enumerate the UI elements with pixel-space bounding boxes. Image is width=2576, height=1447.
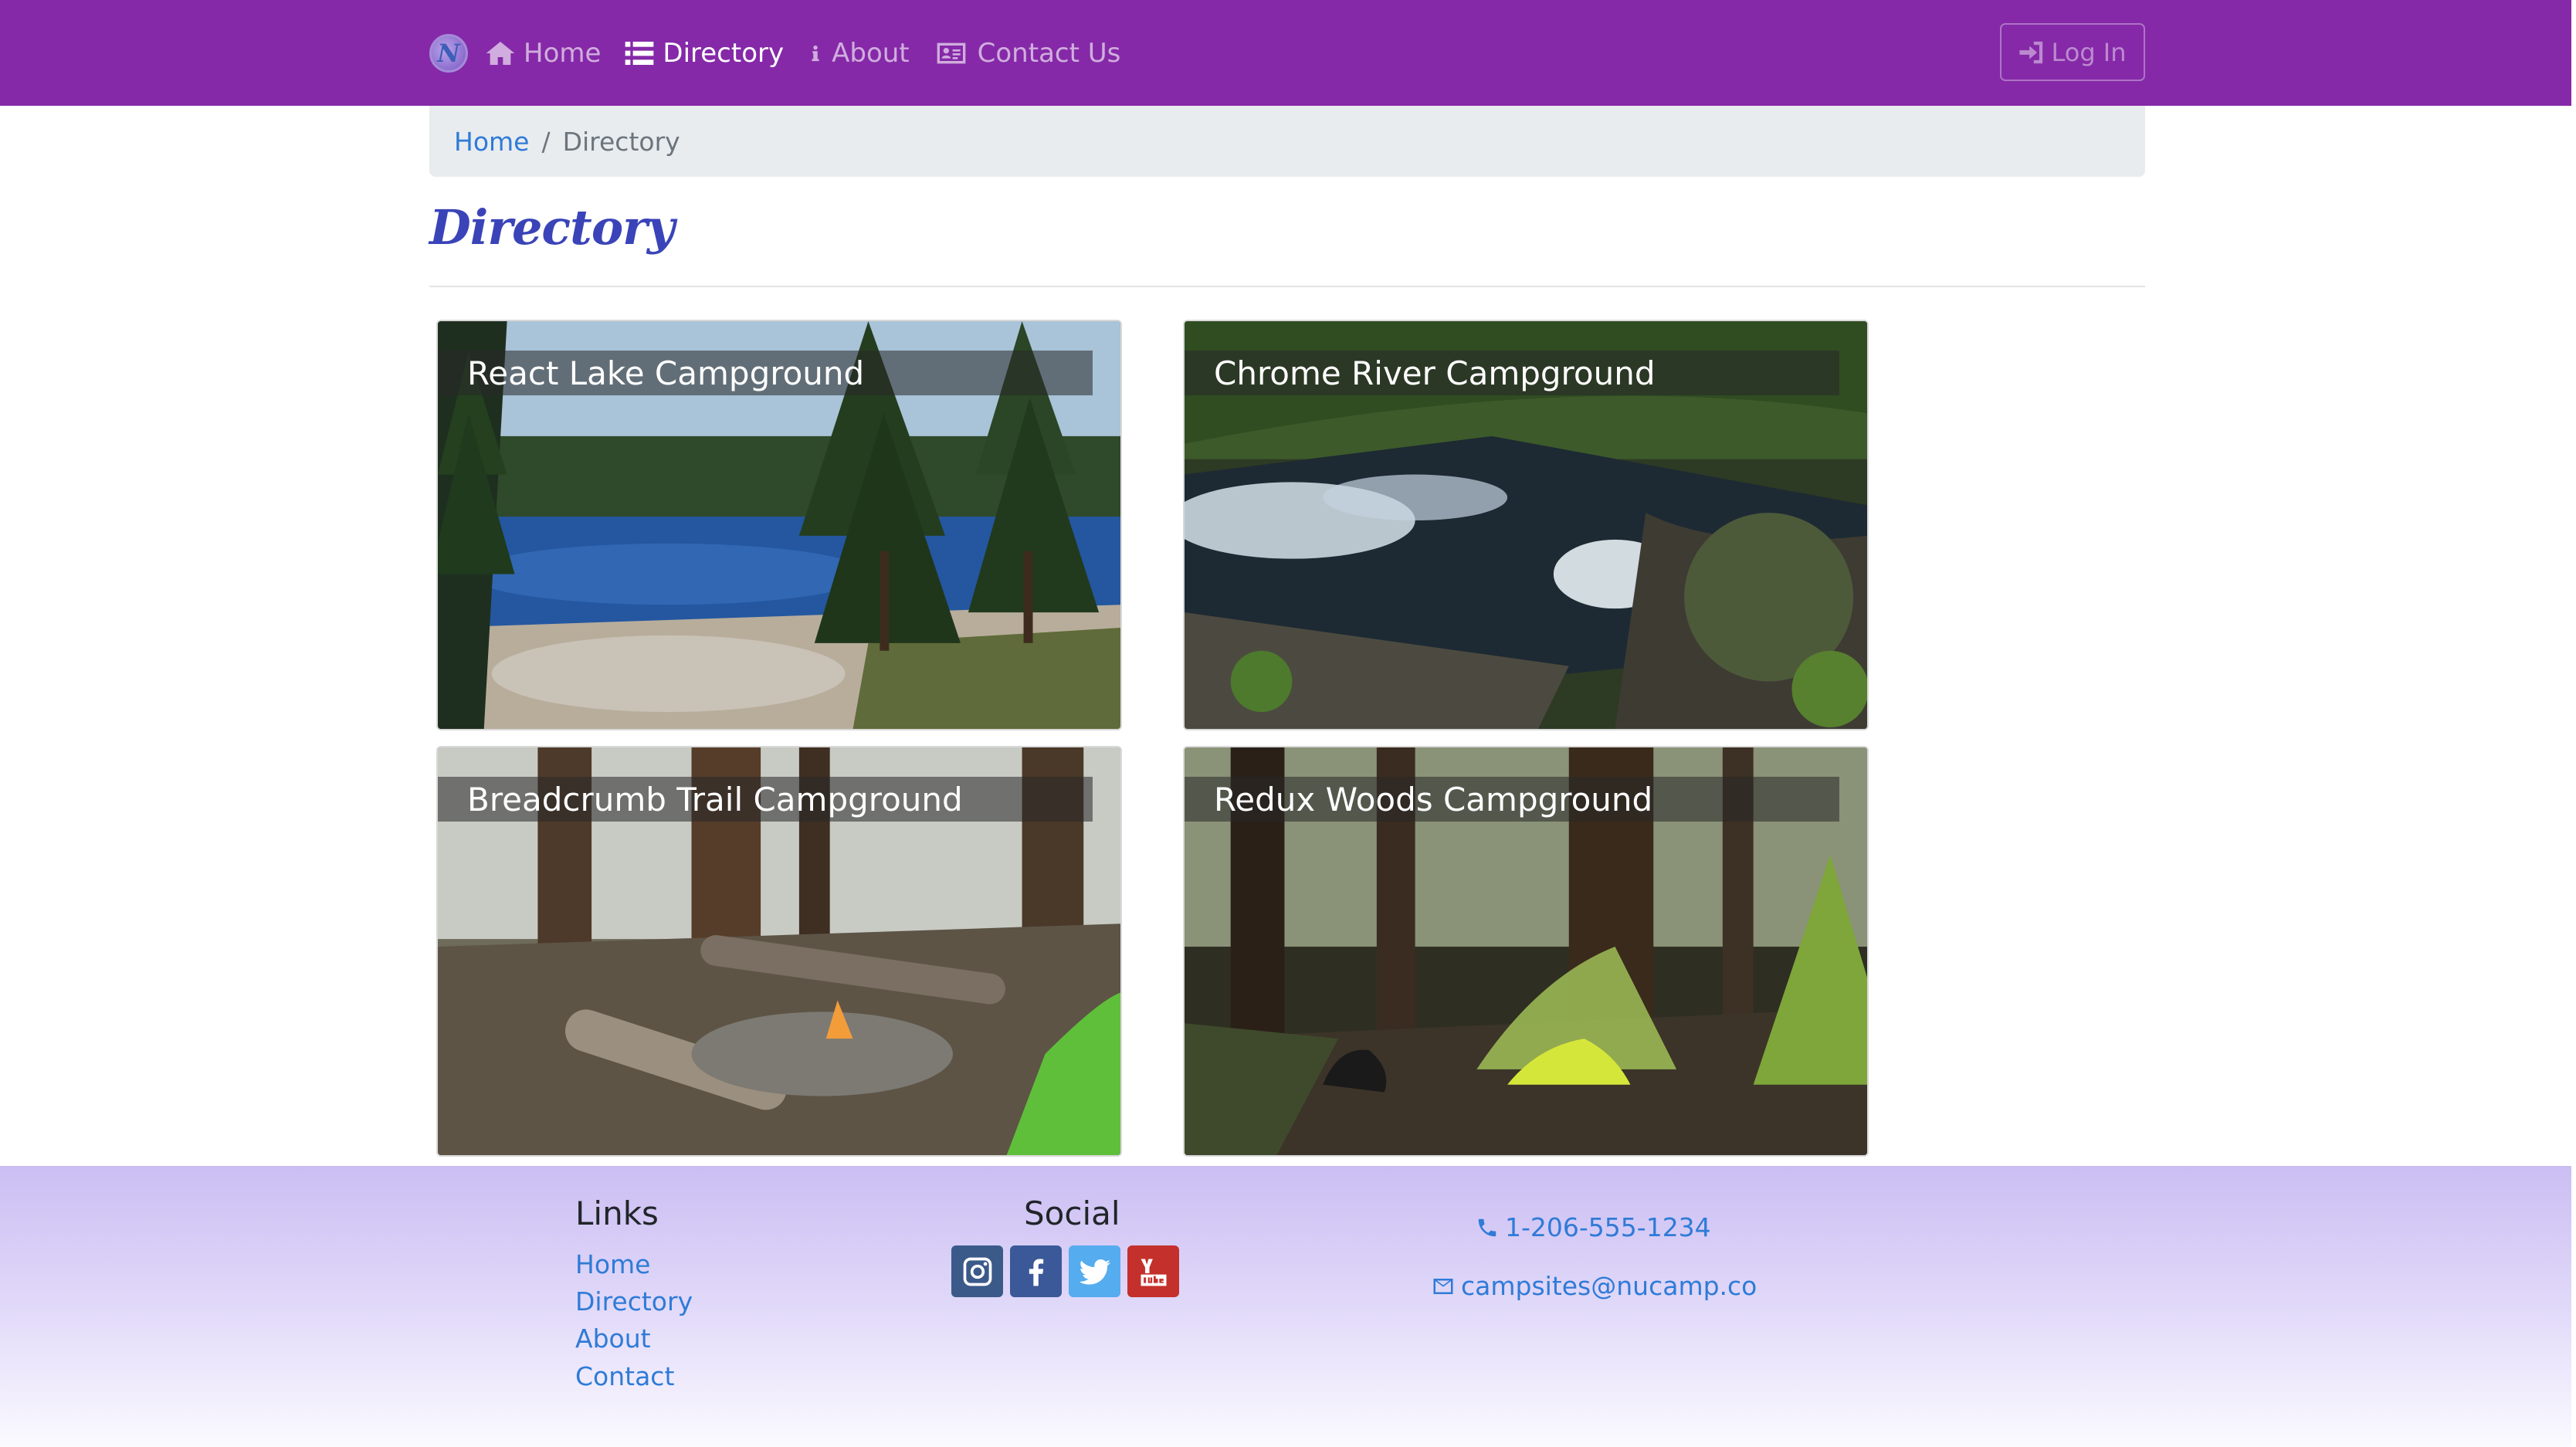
campsite-card-chrome-river[interactable]: Chrome River Campground [1183,320,1869,730]
breadcrumb-home-link[interactable]: Home [454,127,529,157]
card-title-bar: Chrome River Campground [1185,351,1839,395]
breadcrumb-separator: / [541,126,551,157]
sign-in-icon [2019,41,2043,63]
footer [0,1166,2571,1447]
breadcrumb-current: Directory [562,126,680,157]
nav-home-label: Home [524,37,602,69]
brand-logo-icon[interactable]: N [429,33,468,73]
instagram-button[interactable] [951,1245,1003,1297]
card-title-bar: Breadcrumb Trail Campground [438,777,1093,822]
facebook-icon [1029,1259,1043,1286]
brand-logo-letter: N [437,38,460,68]
card-title: Redux Woods Campground [1214,780,1653,818]
navbar: N Home Directory About Contact Us Log In [0,0,2571,106]
footer-email: campsites@nucamp.co [1461,1271,1757,1301]
nav-items: N Home Directory About Contact Us [429,0,1144,106]
footer-link-contact[interactable]: Contact [575,1361,674,1391]
footer-link-about[interactable]: About [575,1323,651,1354]
card-title: Chrome River Campground [1214,354,1656,392]
twitter-button[interactable] [1069,1245,1120,1297]
nav-about-label: About [832,37,910,69]
list-icon [625,41,654,65]
phone-icon [1478,1218,1496,1236]
footer-links-heading: Links [575,1195,659,1232]
card-title: Breadcrumb Trail Campground [467,780,963,818]
login-button-label: Log In [2051,37,2127,67]
footer-social-heading: Social [1024,1195,1120,1232]
social-buttons [951,1245,1179,1297]
login-button[interactable]: Log In [2000,23,2145,81]
footer-link-directory[interactable]: Directory [575,1286,693,1317]
nav-about[interactable]: About [807,38,910,69]
breadcrumb: Home / Directory [429,106,2145,177]
page-title: Directory [429,199,675,256]
footer-email-link[interactable]: campsites@nucamp.co [1432,1271,1757,1301]
nav-contact[interactable]: Contact Us [933,37,1121,69]
card-title-bar: React Lake Campground [438,351,1093,395]
info-icon [812,45,819,61]
instagram-icon [963,1257,991,1286]
nav-contact-label: Contact Us [977,37,1121,69]
card-title-bar: Redux Woods Campground [1185,777,1839,822]
campsite-card-redux-woods[interactable]: Redux Woods Campground [1183,746,1869,1157]
nav-directory[interactable]: Directory [624,38,784,69]
youtube-button[interactable] [1127,1245,1179,1297]
home-icon [486,41,515,65]
footer-phone: 1-206-555-1234 [1505,1212,1711,1242]
address-card-icon [937,42,965,63]
title-divider [429,286,2145,287]
envelope-icon [1433,1278,1453,1294]
footer-phone-link[interactable]: 1-206-555-1234 [1476,1212,1711,1242]
youtube-icon [1141,1259,1166,1286]
campsite-card-react-lake[interactable]: React Lake Campground [436,320,1122,730]
footer-link-home[interactable]: Home [575,1249,650,1279]
card-title: React Lake Campground [467,354,865,392]
nav-directory-label: Directory [663,37,785,69]
nav-home[interactable]: Home [485,38,601,69]
facebook-button[interactable] [1010,1245,1062,1297]
twitter-icon [1079,1259,1110,1284]
campsite-card-breadcrumb-trail[interactable]: Breadcrumb Trail Campground [436,746,1122,1157]
